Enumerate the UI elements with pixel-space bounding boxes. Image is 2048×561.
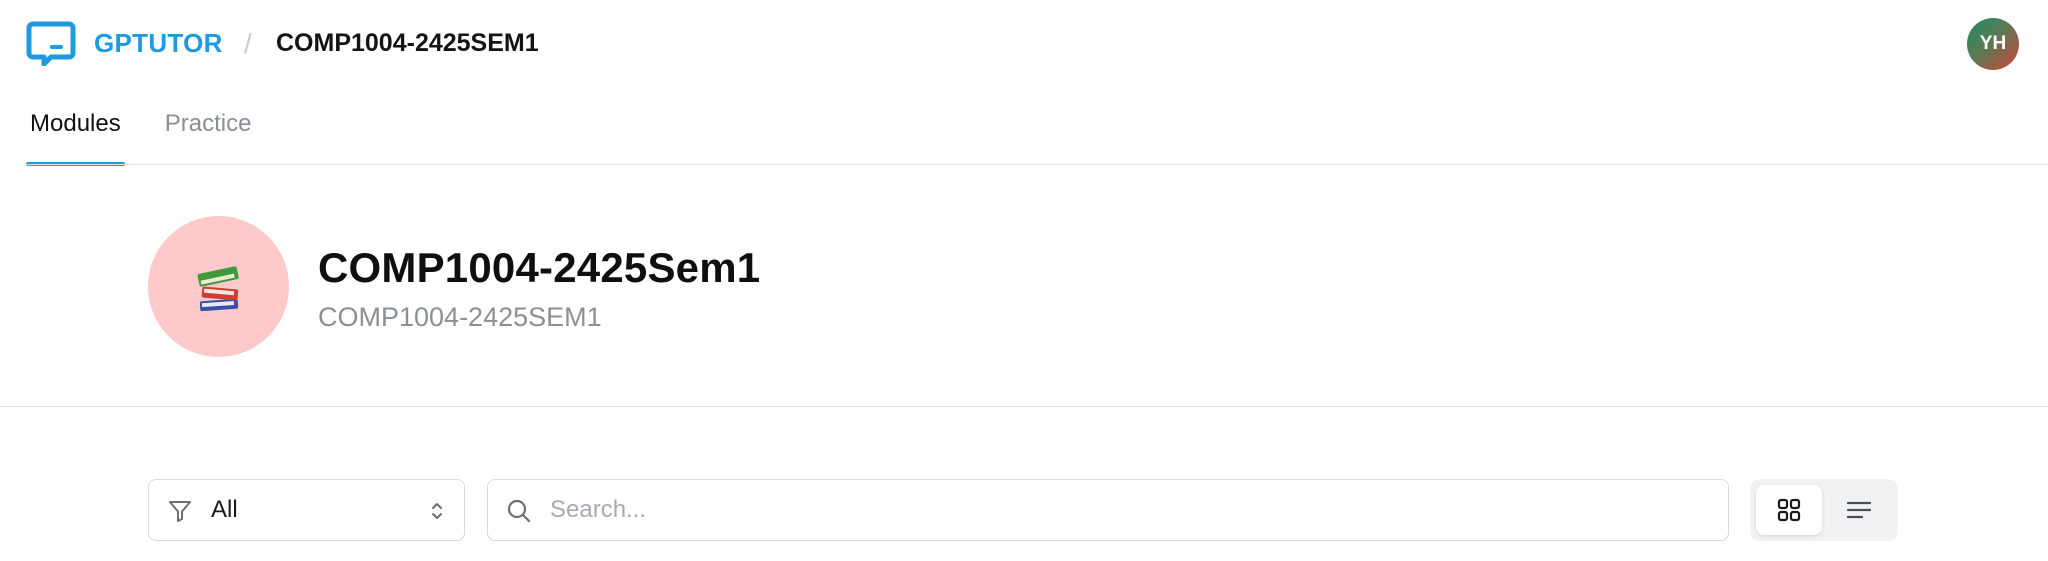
list-icon bbox=[1846, 501, 1872, 519]
breadcrumb-separator: / bbox=[244, 28, 252, 59]
tab-modules[interactable]: Modules bbox=[26, 96, 125, 166]
user-avatar[interactable]: YH bbox=[1967, 18, 2019, 70]
grid-icon bbox=[1777, 498, 1801, 522]
brand-home-link[interactable]: GPTUTOR bbox=[26, 20, 223, 66]
course-code: COMP1004-2425SEM1 bbox=[318, 302, 602, 332]
books-icon bbox=[197, 265, 239, 311]
grid-view-button[interactable] bbox=[1756, 485, 1822, 535]
avatar-initials: YH bbox=[1979, 33, 2007, 54]
breadcrumb-course[interactable]: COMP1004-2425SEM1 bbox=[276, 29, 539, 58]
view-mode-toggle bbox=[1750, 479, 1898, 541]
section-divider bbox=[0, 406, 2048, 407]
chevron-up-down-icon bbox=[432, 503, 442, 519]
module-filter-select[interactable]: All bbox=[148, 479, 465, 541]
tabs-divider bbox=[26, 164, 2048, 165]
search-input[interactable] bbox=[548, 488, 1708, 532]
brand-name: GPTUTOR bbox=[94, 27, 223, 58]
tab-practice[interactable]: Practice bbox=[161, 96, 256, 166]
course-title: COMP1004-2425Sem1 bbox=[318, 244, 761, 291]
chat-bubble-icon bbox=[26, 21, 76, 66]
top-bar: GPTUTOR / COMP1004-2425SEM1 YH bbox=[0, 0, 2048, 88]
course-tabs: Modules Practice bbox=[26, 96, 255, 166]
magnifier-icon bbox=[507, 499, 531, 523]
course-avatar bbox=[148, 216, 289, 357]
search-box bbox=[487, 479, 1729, 541]
tab-label: Modules bbox=[30, 110, 121, 137]
funnel-icon bbox=[169, 501, 191, 522]
tab-label: Practice bbox=[164, 110, 252, 137]
list-view-button[interactable] bbox=[1826, 485, 1892, 535]
filter-selected-value: All bbox=[211, 496, 238, 523]
